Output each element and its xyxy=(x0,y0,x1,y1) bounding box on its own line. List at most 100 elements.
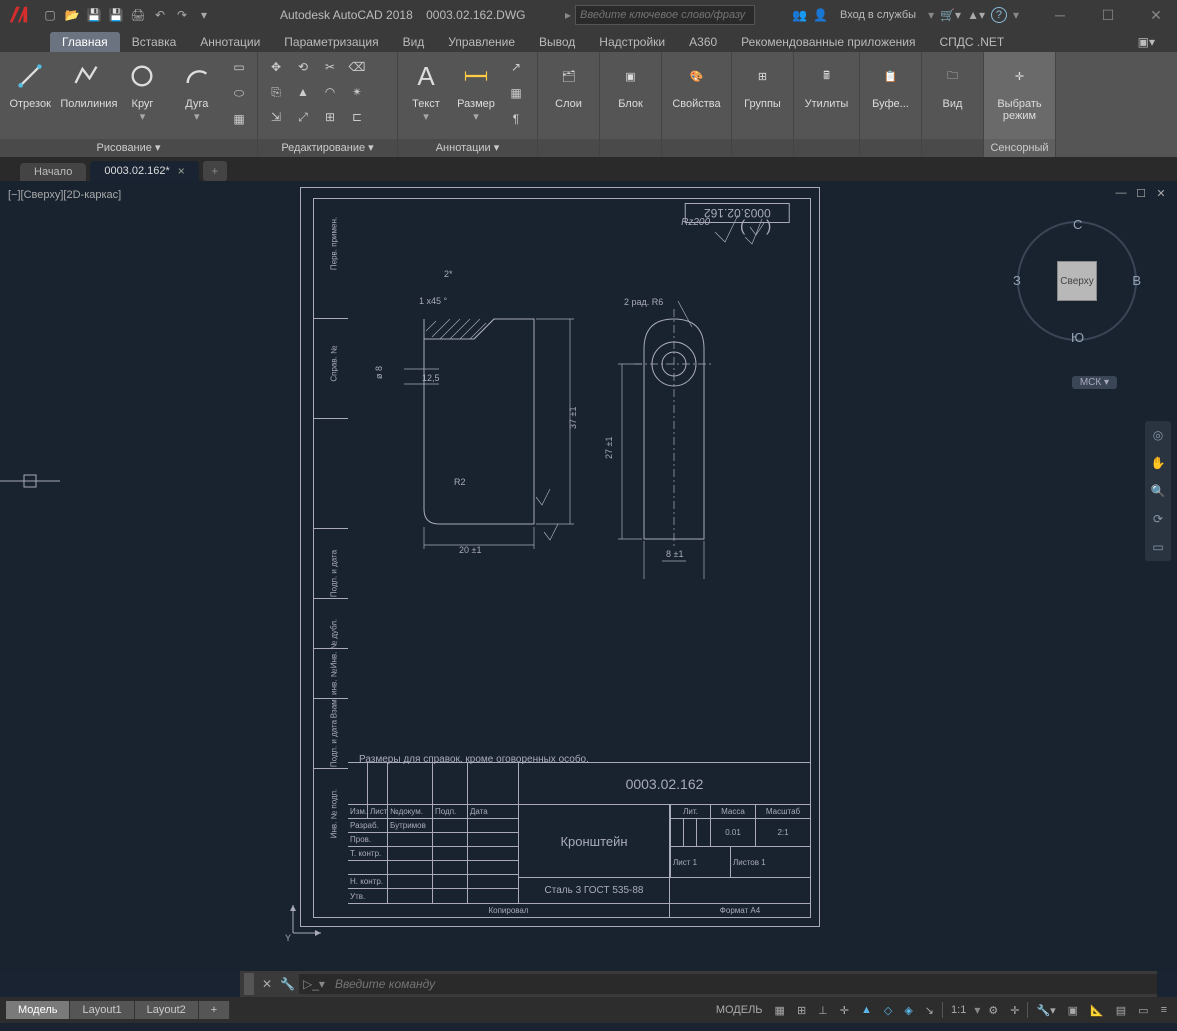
tool-rectangle-icon[interactable]: ▭ xyxy=(227,56,251,78)
tool-dimension[interactable]: Размер▾ xyxy=(454,56,498,123)
tab-spds[interactable]: СПДС .NET xyxy=(928,32,1017,52)
nav-wheel-icon[interactable]: ◎ xyxy=(1148,425,1168,445)
tool-stretch-icon[interactable]: ⇲ xyxy=(264,106,288,128)
tab-view[interactable]: Вид xyxy=(391,32,437,52)
close-button[interactable]: ✕ xyxy=(1141,5,1171,25)
tool-mtext-icon[interactable]: ¶ xyxy=(504,108,528,130)
qat-saveas-icon[interactable]: 💾 xyxy=(106,5,126,25)
qat-plot-icon[interactable]: 🖨 xyxy=(128,5,148,25)
tool-block[interactable]: ▣Блок xyxy=(606,56,655,110)
nav-zoom-icon[interactable]: 🔍 xyxy=(1148,481,1168,501)
tool-table-icon[interactable]: ▦ xyxy=(504,82,528,104)
tool-explode-icon[interactable]: ✴ xyxy=(345,81,369,103)
tool-line[interactable]: Отрезок xyxy=(6,56,54,110)
tool-copy-icon[interactable]: ⎘ xyxy=(264,81,288,103)
command-input[interactable] xyxy=(329,974,1157,994)
tool-rotate-icon[interactable]: ⟲ xyxy=(291,56,315,78)
status-grid-icon[interactable]: ▦ xyxy=(771,1000,789,1020)
tool-move-icon[interactable]: ✥ xyxy=(264,56,288,78)
tab-featured[interactable]: Рекомендованные приложения xyxy=(729,32,927,52)
status-otrack-icon[interactable]: ↘ xyxy=(921,1000,938,1020)
qat-new-icon[interactable]: ▢ xyxy=(40,5,60,25)
search-play-icon[interactable]: ▸ xyxy=(565,8,571,22)
tool-fillet-icon[interactable]: ◠ xyxy=(318,81,342,103)
tab-insert[interactable]: Вставка xyxy=(120,32,189,52)
status-workspace-icon[interactable]: 🔧▾ xyxy=(1032,1000,1059,1020)
tool-array-icon[interactable]: ⊞ xyxy=(318,106,342,128)
vp-minimize-icon[interactable]: — xyxy=(1113,187,1129,201)
tool-text[interactable]: AТекст▾ xyxy=(404,56,448,123)
new-tab-button[interactable]: + xyxy=(203,161,227,181)
status-customize-icon[interactable]: ≡ xyxy=(1157,1000,1171,1020)
drawing-canvas[interactable]: [−][Сверху][2D-каркас] — ☐ ✕ Сверху С Ю … xyxy=(0,181,1177,971)
tool-utilities[interactable]: 🖩Утилиты xyxy=(800,56,853,110)
status-snap-icon[interactable]: ⊞ xyxy=(793,1000,810,1020)
tool-view[interactable]: 🗀Вид xyxy=(928,56,977,110)
layout-tab-model[interactable]: Модель xyxy=(6,1001,70,1019)
app-logo[interactable] xyxy=(4,1,32,29)
ribbon-options-icon[interactable]: ▣▾ xyxy=(1126,32,1167,52)
search-input[interactable] xyxy=(575,5,755,25)
tool-ellipse-icon[interactable]: ⬭ xyxy=(227,82,251,104)
close-tab-icon[interactable]: × xyxy=(178,164,185,178)
viewcube-west[interactable]: З xyxy=(1013,273,1021,288)
viewport-label[interactable]: [−][Сверху][2D-каркас] xyxy=(8,189,121,201)
viewcube-north[interactable]: С xyxy=(1073,217,1082,232)
status-annoscale-icon[interactable]: ✛ xyxy=(1006,1000,1023,1020)
status-gear-icon[interactable]: ⚙ xyxy=(984,1000,1002,1020)
sign-in-button[interactable]: Вход в службы xyxy=(834,9,922,21)
status-quickprops-icon[interactable]: ▤ xyxy=(1112,1000,1130,1020)
viewcube-south[interactable]: Ю xyxy=(1071,330,1084,345)
status-units-icon[interactable]: 📐 xyxy=(1086,1000,1108,1020)
tab-output[interactable]: Вывод xyxy=(527,32,587,52)
layout-tab-1[interactable]: Layout1 xyxy=(70,1001,134,1019)
status-ortho-icon[interactable]: ⊥ xyxy=(814,1000,832,1020)
tool-leader-icon[interactable]: ↗ xyxy=(504,56,528,78)
vp-close-icon[interactable]: ✕ xyxy=(1153,187,1169,201)
status-isodraft-icon[interactable]: ▲ xyxy=(857,1000,876,1020)
tool-circle[interactable]: Круг▾ xyxy=(118,56,166,123)
status-monitor-icon[interactable]: ▣ xyxy=(1064,1000,1082,1020)
layout-tab-add[interactable]: + xyxy=(199,1001,230,1019)
autodesk-app-icon[interactable]: ▲▾ xyxy=(967,8,985,22)
status-model-button[interactable]: МОДЕЛЬ xyxy=(712,1000,767,1020)
maximize-button[interactable]: ☐ xyxy=(1093,5,1123,25)
tool-offset-icon[interactable]: ⊏ xyxy=(345,106,369,128)
viewcube-east[interactable]: В xyxy=(1132,273,1141,288)
tool-arc[interactable]: Дуга▾ xyxy=(173,56,221,123)
tab-parametric[interactable]: Параметризация xyxy=(272,32,390,52)
qat-save-icon[interactable]: 💾 xyxy=(84,5,104,25)
cmdline-grip[interactable] xyxy=(244,973,254,995)
status-osnap-icon[interactable]: ◇ xyxy=(880,1000,896,1020)
nav-orbit-icon[interactable]: ⟳ xyxy=(1148,509,1168,529)
status-scale[interactable]: 1:1 xyxy=(947,1000,970,1020)
tab-home[interactable]: Главная xyxy=(50,32,120,52)
tool-hatch-icon[interactable]: ▦ xyxy=(227,108,251,130)
layout-tab-2[interactable]: Layout2 xyxy=(135,1001,199,1019)
status-3dosnap-icon[interactable]: ◈ xyxy=(900,1000,916,1020)
doc-tab-active[interactable]: 0003.02.162*× xyxy=(90,161,198,181)
panel-title-annot[interactable]: Аннотации ▾ xyxy=(398,139,537,157)
tool-properties[interactable]: 🎨Свойства xyxy=(668,56,725,110)
cmdline-close-icon[interactable]: ✕ xyxy=(258,977,276,991)
tab-a360[interactable]: A360 xyxy=(677,32,729,52)
vp-maximize-icon[interactable]: ☐ xyxy=(1133,187,1149,201)
status-clean-icon[interactable]: ▭ xyxy=(1134,1000,1152,1020)
status-polar-icon[interactable]: ✛ xyxy=(836,1000,853,1020)
tool-groups[interactable]: ⊞Группы xyxy=(738,56,787,110)
tab-addins[interactable]: Надстройки xyxy=(587,32,677,52)
qat-undo-icon[interactable]: ↶ xyxy=(150,5,170,25)
tool-polyline[interactable]: Полилиния xyxy=(60,56,112,110)
panel-title-modify[interactable]: Редактирование ▾ xyxy=(258,139,397,157)
cmdline-customize-icon[interactable]: 🔧 xyxy=(276,977,299,991)
help-icon[interactable]: ? xyxy=(991,7,1007,23)
tool-mirror-icon[interactable]: ▲ xyxy=(291,81,315,103)
tool-layers[interactable]: 🗂Слои xyxy=(544,56,593,110)
qat-redo-icon[interactable]: ↷ xyxy=(172,5,192,25)
tab-annotate[interactable]: Аннотации xyxy=(188,32,272,52)
nav-pan-icon[interactable]: ✋ xyxy=(1148,453,1168,473)
exchange-icon[interactable]: 🛒▾ xyxy=(940,8,961,22)
tool-erase-icon[interactable]: ⌫ xyxy=(345,56,369,78)
tool-touch-mode[interactable]: ✛Выбрать режим xyxy=(990,56,1049,122)
tool-clipboard[interactable]: 📋Буфе... xyxy=(866,56,915,110)
